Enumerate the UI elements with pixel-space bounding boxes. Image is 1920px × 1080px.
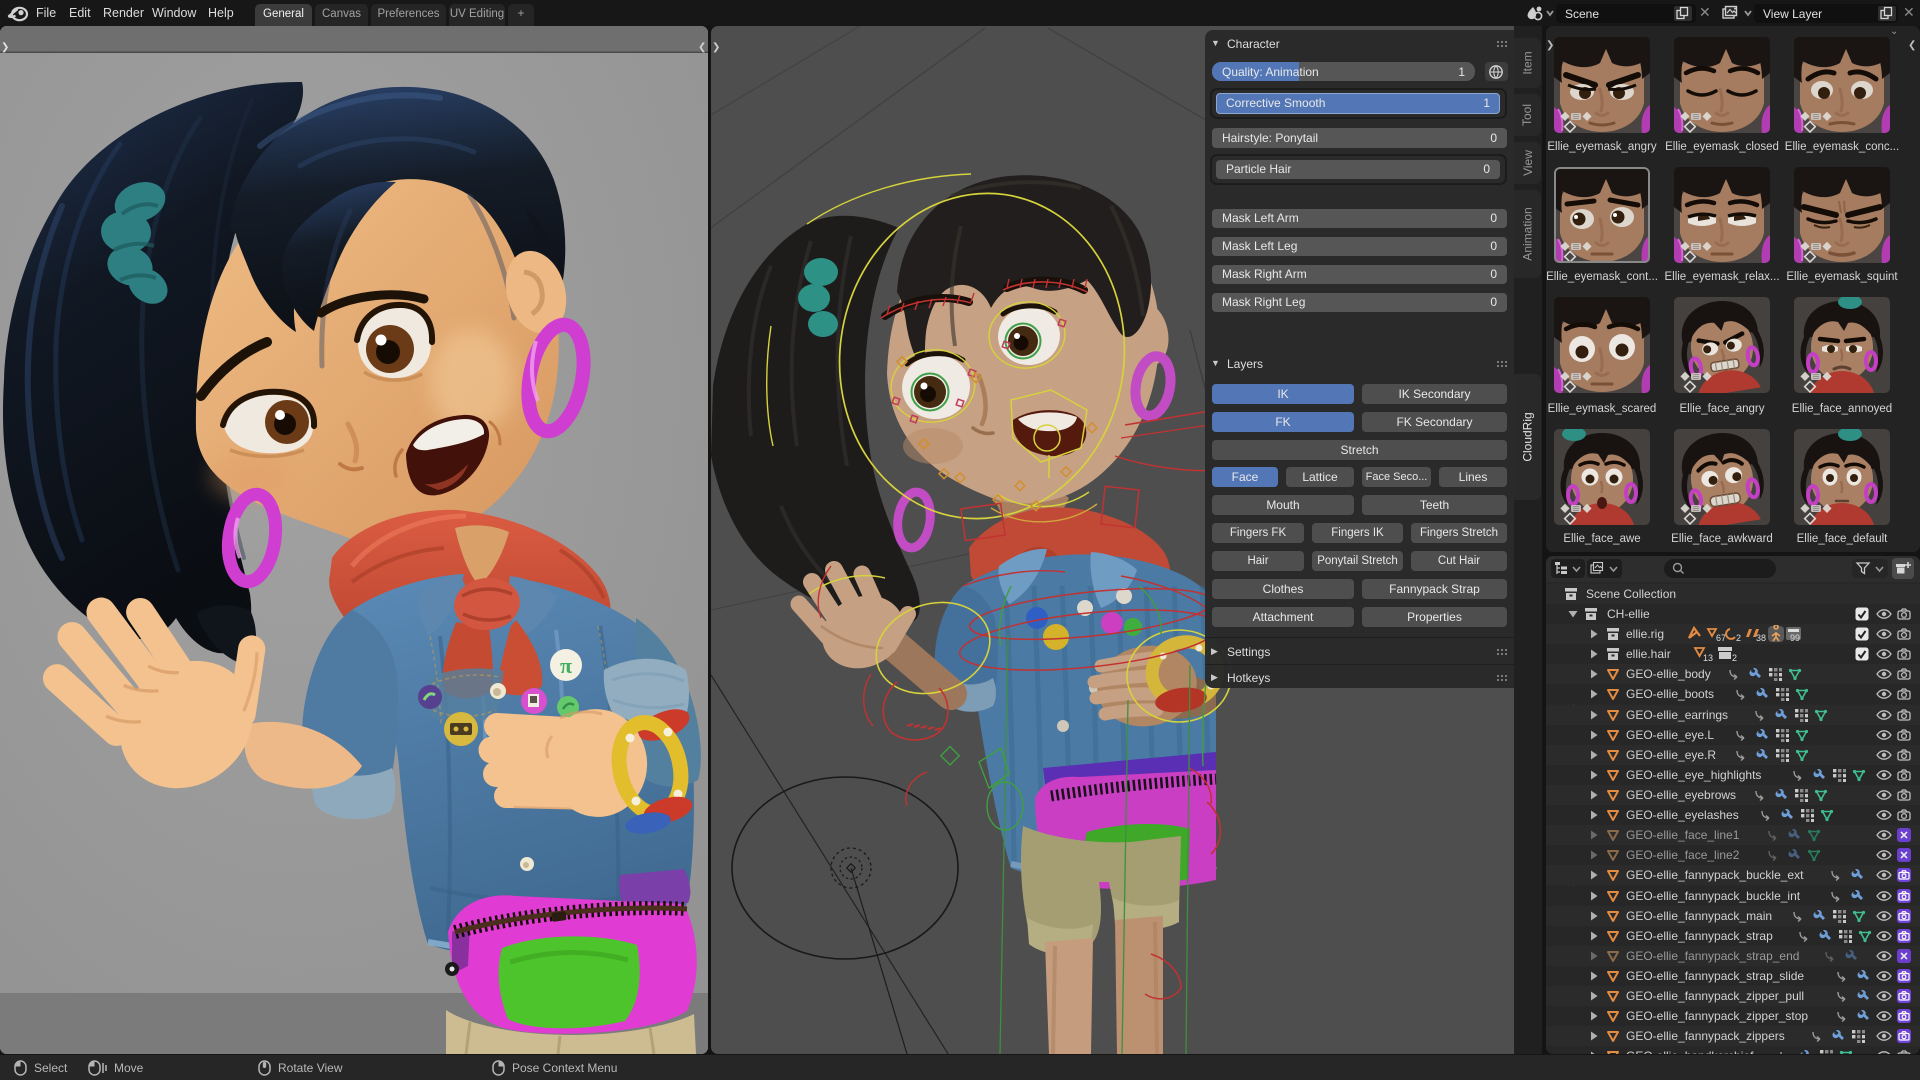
svg-text:2: 2 xyxy=(1732,653,1737,663)
svg-text:π: π xyxy=(560,653,572,678)
svg-text:13: 13 xyxy=(1703,653,1713,663)
svg-text:2: 2 xyxy=(1736,633,1741,643)
svg-text:67: 67 xyxy=(1716,633,1726,643)
svg-text:38: 38 xyxy=(1756,633,1766,643)
svg-text:99: 99 xyxy=(1790,633,1800,643)
